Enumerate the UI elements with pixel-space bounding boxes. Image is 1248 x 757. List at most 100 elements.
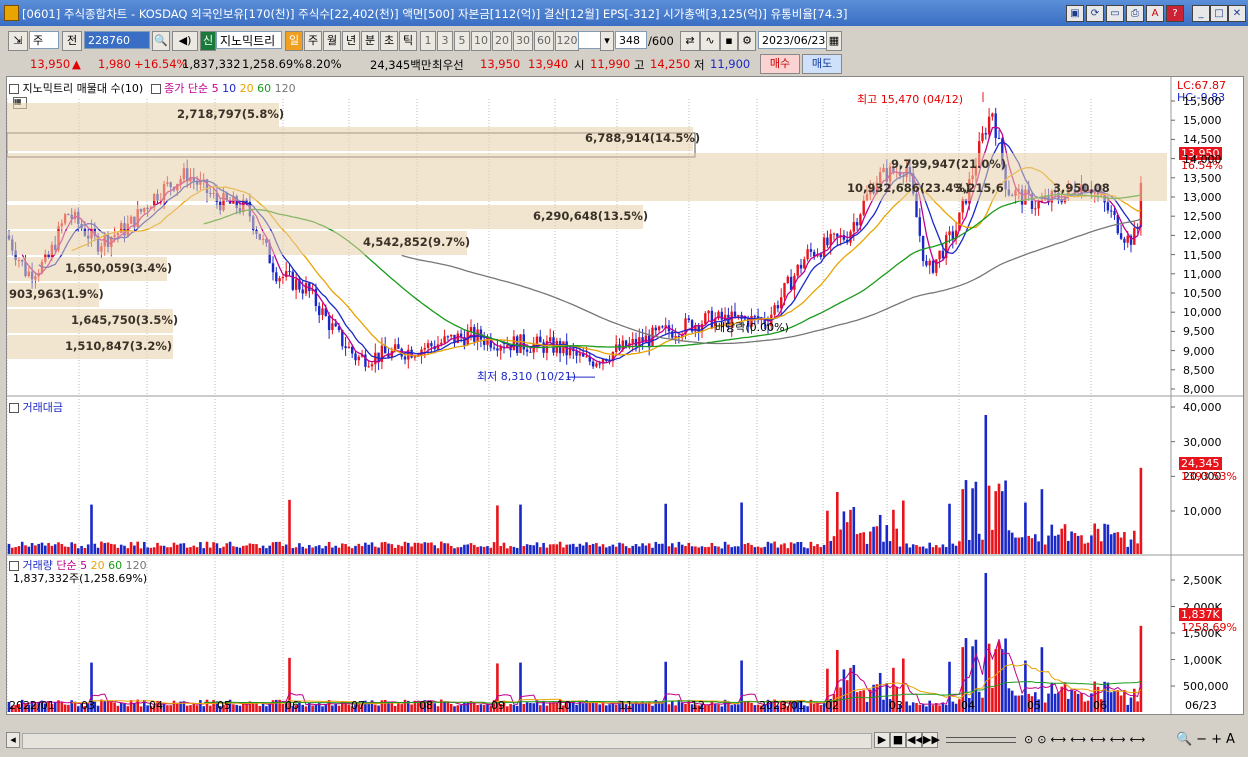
- amount-bar: [27, 546, 31, 554]
- scrollbar[interactable]: ◂ ▶ ■ ◀◀ ▶▶ ⊙⊙⟷⟷⟷⟷⟷ 🔍−+A: [0, 732, 1248, 750]
- candle-body: [1133, 228, 1136, 245]
- volume-bar: [1073, 690, 1077, 712]
- speaker-icon[interactable]: ◀): [172, 31, 198, 51]
- amount-bar: [251, 543, 255, 554]
- search-icon[interactable]: 🔍: [152, 31, 170, 51]
- refresh-icon[interactable]: ⟳: [1086, 5, 1104, 22]
- candle-body: [357, 356, 360, 361]
- code-input[interactable]: 228760: [84, 31, 150, 49]
- amount-bar: [667, 546, 671, 554]
- amount-bar: [611, 544, 615, 554]
- prev-button[interactable]: 전: [62, 31, 82, 51]
- amount-bar: [1113, 532, 1116, 554]
- volume-bar: [1001, 649, 1004, 712]
- amount-bar: [90, 504, 93, 554]
- volume-bar: [905, 701, 908, 712]
- sell-button[interactable]: 매도: [802, 54, 842, 74]
- volume-bar: [591, 701, 595, 712]
- amount-bar: [849, 509, 852, 554]
- amount-bar: [225, 543, 229, 554]
- font-icon[interactable]: A: [1146, 5, 1164, 22]
- save-icon[interactable]: ▪: [720, 31, 738, 51]
- minimize-button[interactable]: _: [1192, 5, 1210, 22]
- amount-bar: [961, 489, 964, 554]
- tab-period-0[interactable]: 일: [285, 31, 303, 51]
- amount-bar: [608, 546, 611, 554]
- date-input[interactable]: 2023/06/23: [758, 31, 828, 49]
- chevron-down-icon[interactable]: ▾: [600, 31, 614, 51]
- candle-body: [535, 336, 539, 344]
- compare-icon[interactable]: ⇄: [680, 31, 700, 51]
- panel-box-icon[interactable]: [150, 84, 161, 94]
- draw-tools-icon[interactable]: ⊙⊙⟷⟷⟷⟷⟷: [1024, 733, 1149, 746]
- tab-minute-30[interactable]: 30: [513, 31, 533, 51]
- print-icon[interactable]: ⎙: [1126, 5, 1144, 22]
- amount-bar: [832, 536, 836, 554]
- tab-period-3[interactable]: 년: [342, 31, 360, 51]
- play-icon[interactable]: ▶: [874, 732, 890, 748]
- step-back-icon[interactable]: ◀◀: [906, 732, 924, 748]
- amount-bar: [93, 543, 97, 554]
- tab-period-5[interactable]: 초: [380, 31, 398, 51]
- tab-minute-3[interactable]: 3: [437, 31, 453, 51]
- tab-period-1[interactable]: 주: [304, 31, 322, 51]
- amount-bar: [819, 547, 823, 554]
- amount-bar: [476, 546, 479, 554]
- volume-bar: [713, 704, 717, 712]
- link-icon[interactable]: ▣: [1066, 5, 1084, 22]
- amount-bar: [1027, 535, 1030, 554]
- volume-bar: [265, 706, 268, 712]
- chart-area[interactable]: 지노믹트리 매물대 수(10) 종가 단순 5 10 20 60 120 ▦ L…: [6, 76, 1244, 715]
- step-forward-icon[interactable]: ▶▶: [922, 732, 940, 748]
- stop-icon[interactable]: ■: [890, 732, 906, 748]
- high-price: 14,250: [650, 57, 691, 71]
- amount-bar: [644, 545, 648, 554]
- amount-bar: [552, 544, 555, 554]
- candle-body: [661, 326, 664, 328]
- amount-bar: [393, 547, 397, 554]
- amount-bar: [20, 541, 24, 554]
- help-icon[interactable]: ?: [1166, 5, 1184, 22]
- x-tick-label: 09: [491, 699, 505, 712]
- tab-minute-5[interactable]: 5: [454, 31, 470, 51]
- count-input[interactable]: 348: [615, 31, 647, 49]
- tab-minute-1[interactable]: 1: [420, 31, 436, 51]
- amount-bar: [446, 543, 450, 554]
- amount-bar: [997, 483, 1001, 554]
- candle-body: [1110, 210, 1113, 212]
- indicator-icon[interactable]: ∿: [700, 31, 720, 51]
- panel-box-icon[interactable]: [9, 84, 19, 94]
- panel-box-icon[interactable]: [9, 403, 19, 413]
- tab-period-6[interactable]: 틱: [399, 31, 417, 51]
- buy-button[interactable]: 매수: [760, 54, 800, 74]
- tab-period-4[interactable]: 분: [361, 31, 379, 51]
- gear-icon[interactable]: ⚙: [738, 31, 756, 51]
- amount-bar: [542, 542, 545, 554]
- tab-minute-120[interactable]: 120: [555, 31, 579, 51]
- window-icon[interactable]: ▭: [1106, 5, 1124, 22]
- scroll-track[interactable]: [22, 733, 872, 749]
- candle-body: [737, 314, 740, 317]
- candle-body: [773, 305, 776, 315]
- tab-minute-60[interactable]: 60: [534, 31, 554, 51]
- close-button[interactable]: ✕: [1228, 5, 1246, 22]
- tab-period-2[interactable]: 월: [323, 31, 341, 51]
- volume-bar: [103, 701, 106, 712]
- pin-icon[interactable]: ⇲: [8, 31, 28, 51]
- volume-bar: [232, 704, 235, 712]
- volume-bar: [205, 699, 209, 712]
- market-select[interactable]: 주: [29, 31, 59, 49]
- amount-bar: [463, 544, 466, 554]
- volume-bar: [638, 704, 641, 712]
- zoom-controls-icon[interactable]: 🔍−+A: [1176, 732, 1239, 747]
- maximize-button[interactable]: □: [1210, 5, 1228, 22]
- zoom-slider[interactable]: [946, 737, 1016, 743]
- tab-minute-20[interactable]: 20: [492, 31, 512, 51]
- calendar-icon[interactable]: ▦: [826, 31, 842, 51]
- amount-bar: [974, 481, 978, 554]
- panel1-ma-periods: 5 10 20 60 120: [212, 82, 296, 95]
- candle-body: [941, 250, 945, 259]
- scroll-left-icon[interactable]: ◂: [6, 732, 20, 748]
- tab-minute-10[interactable]: 10: [471, 31, 491, 51]
- y-tick: 10,000: [1183, 505, 1222, 518]
